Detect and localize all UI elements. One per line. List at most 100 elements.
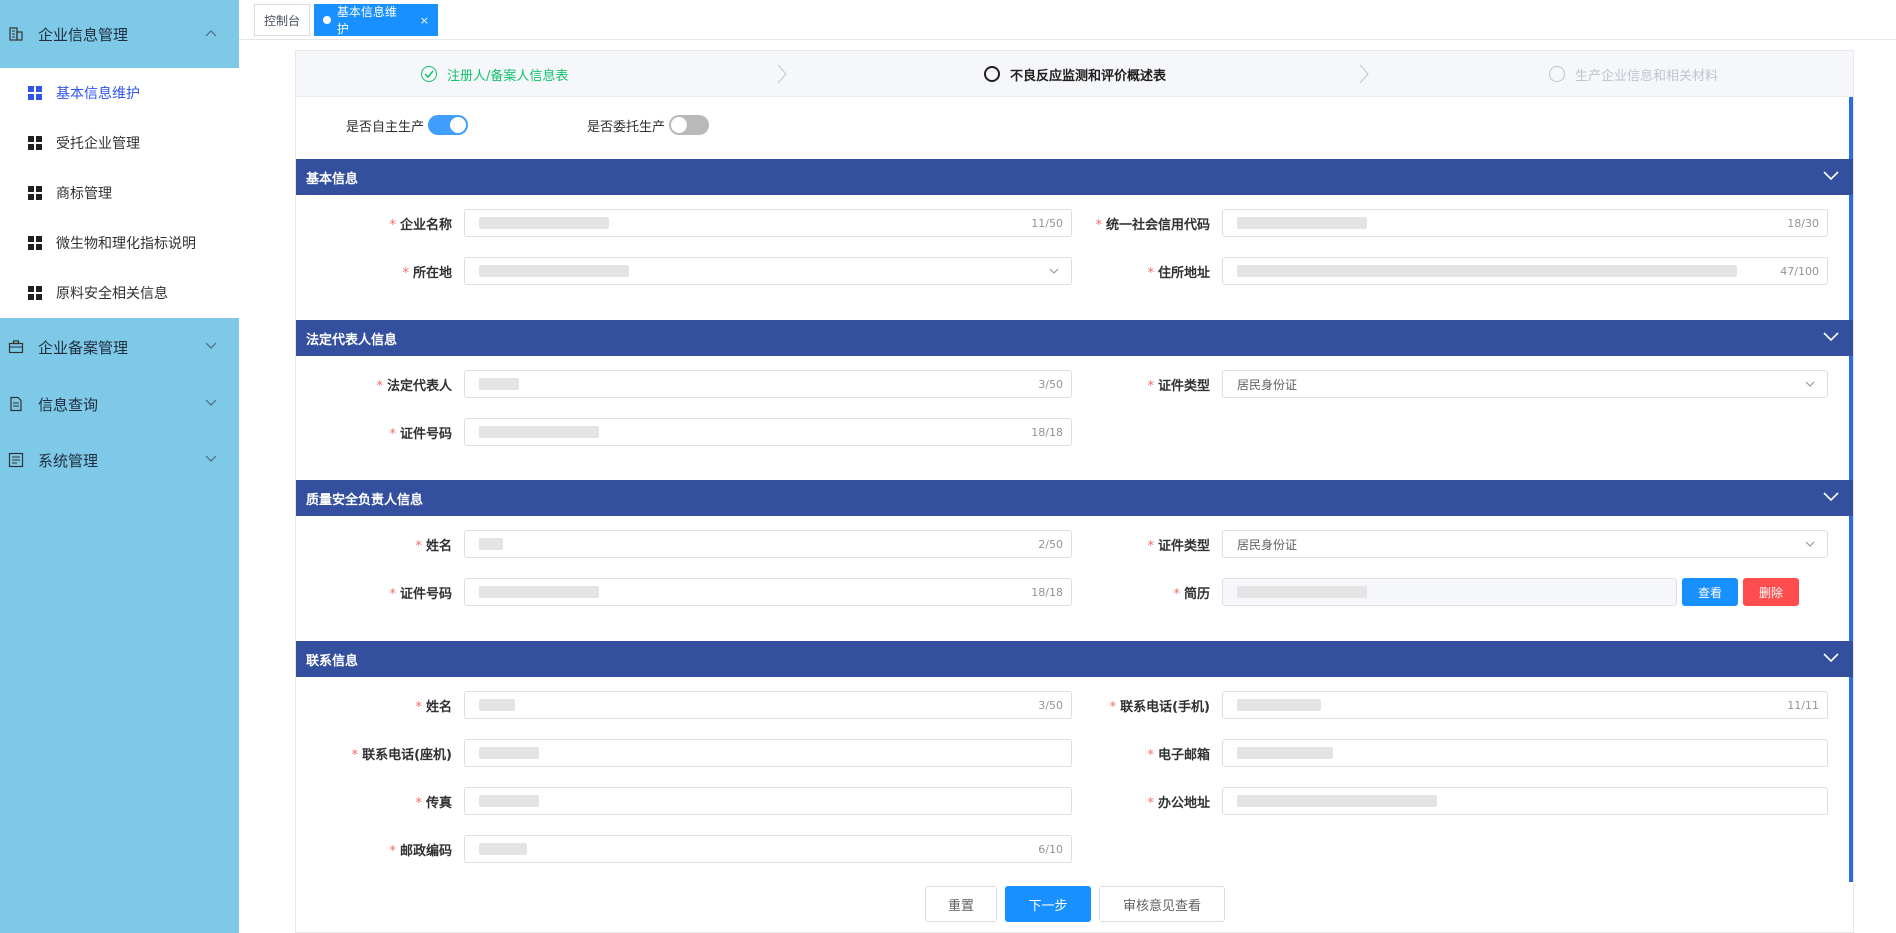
quality-name-input[interactable]: 2/50 xyxy=(464,530,1072,558)
char-count: 3/50 xyxy=(1038,378,1063,391)
reset-button[interactable]: 重置 xyxy=(925,886,997,922)
grid-icon xyxy=(28,286,42,300)
field-label: 证件号码 xyxy=(399,426,452,442)
field-label: 姓名 xyxy=(425,699,452,715)
section-header-quality-safety[interactable]: 质量安全负责人信息 xyxy=(296,480,1853,516)
entrusted-production-toggle-row: 是否委托生产 xyxy=(587,115,710,135)
chevron-down-icon xyxy=(205,342,217,349)
close-icon[interactable]: × xyxy=(420,14,429,27)
field-legal-id-type: * 证件类型 居民身份证 xyxy=(1082,370,1828,398)
field-label: 简历 xyxy=(1183,586,1210,602)
field-legal-id-no: * 证件号码 18/18 xyxy=(324,418,1072,446)
chevron-down-icon xyxy=(205,399,217,406)
grid-icon xyxy=(28,86,42,100)
steps-bar: 注册人/备案人信息表 不良反应监测和评价概述表 生产企业信息和相关材料 xyxy=(296,51,1853,97)
contact-landline-input[interactable] xyxy=(464,739,1072,767)
sidebar-item-trademark[interactable]: 商标管理 xyxy=(0,168,239,218)
chevron-down-icon[interactable] xyxy=(1823,653,1839,663)
field-quality-name: * 姓名 2/50 xyxy=(324,530,1072,558)
field-label: 证件类型 xyxy=(1157,538,1210,554)
contact-email-input[interactable] xyxy=(1222,739,1828,767)
section-header-legal-rep[interactable]: 法定代表人信息 xyxy=(296,320,1853,356)
grid-icon xyxy=(28,236,42,250)
menu-group-info-query[interactable]: 信息查询 xyxy=(0,376,239,432)
char-count: 18/30 xyxy=(1787,217,1819,230)
circle-icon xyxy=(984,66,1000,82)
field-label: 住所地址 xyxy=(1157,265,1210,281)
char-count: 47/100 xyxy=(1780,265,1819,278)
field-label: 企业名称 xyxy=(399,217,452,233)
menu-group-enterprise-info[interactable]: 企业信息管理 xyxy=(0,0,239,68)
step-label: 注册人/备案人信息表 xyxy=(447,68,569,84)
field-label: 办公地址 xyxy=(1157,795,1210,811)
chevron-down-icon xyxy=(1049,268,1059,274)
field-location: * 所在地 xyxy=(324,257,1072,285)
legal-rep-input[interactable]: 3/50 xyxy=(464,370,1072,398)
sidebar-item-entrusted-enterprise[interactable]: 受托企业管理 xyxy=(0,118,239,168)
step-label: 不良反应监测和评价概述表 xyxy=(1010,68,1167,84)
char-count: 11/11 xyxy=(1787,699,1819,712)
quality-id-no-input[interactable]: 18/18 xyxy=(464,578,1072,606)
menu-group-label: 企业信息管理 xyxy=(38,25,129,44)
building-icon xyxy=(8,26,24,42)
field-quality-id-type: * 证件类型 居民身份证 xyxy=(1082,530,1828,558)
section-header-contact[interactable]: 联系信息 xyxy=(296,641,1853,677)
contact-office-input[interactable] xyxy=(1222,787,1828,815)
chevron-down-icon xyxy=(1805,381,1815,387)
document-icon xyxy=(8,396,24,412)
field-label: 所在地 xyxy=(412,265,452,281)
legal-id-no-input[interactable]: 18/18 xyxy=(464,418,1072,446)
entrusted-production-switch[interactable] xyxy=(669,115,710,135)
toggle-label: 是否自主生产 xyxy=(346,119,425,135)
step-registrant-info[interactable]: 注册人/备案人信息表 xyxy=(421,51,568,97)
section-title: 法定代表人信息 xyxy=(306,332,398,348)
field-label: 证件号码 xyxy=(399,586,452,602)
self-production-toggle-row: 是否自主生产 xyxy=(346,115,469,135)
section-title: 基本信息 xyxy=(306,171,359,187)
menu-group-enterprise-filing[interactable]: 企业备案管理 xyxy=(0,318,239,376)
sidebar-item-microbe-indicators[interactable]: 微生物和理化指标说明 xyxy=(0,218,239,268)
chevron-down-icon[interactable] xyxy=(1823,492,1839,502)
field-label: 电子邮箱 xyxy=(1157,747,1210,763)
quality-id-type-select[interactable]: 居民身份证 xyxy=(1222,530,1828,558)
chevron-down-icon[interactable] xyxy=(1823,171,1839,181)
legal-id-type-select[interactable]: 居民身份证 xyxy=(1222,370,1828,398)
step-production-enterprise[interactable]: 生产企业信息和相关材料 xyxy=(1549,51,1718,97)
contact-fax-input[interactable] xyxy=(464,787,1072,815)
menu-group-label: 系统管理 xyxy=(38,451,99,470)
delete-resume-button[interactable]: 删除 xyxy=(1743,578,1799,606)
char-count: 18/18 xyxy=(1031,586,1063,599)
section-header-basic-info[interactable]: 基本信息 xyxy=(296,159,1853,195)
next-step-button[interactable]: 下一步 xyxy=(1005,886,1091,922)
credit-code-input[interactable]: 18/30 xyxy=(1222,209,1828,237)
tab-console[interactable]: 控制台 xyxy=(254,4,310,36)
view-resume-button[interactable]: 查看 xyxy=(1682,578,1738,606)
self-production-switch[interactable] xyxy=(428,115,469,135)
chevron-right-icon xyxy=(1359,64,1369,84)
chevron-down-icon[interactable] xyxy=(1823,332,1839,342)
review-opinion-button[interactable]: 审核意见查看 xyxy=(1099,886,1225,922)
field-label: 姓名 xyxy=(425,538,452,554)
char-count: 11/50 xyxy=(1031,217,1063,230)
resume-file-input[interactable] xyxy=(1222,578,1677,606)
contact-name-input[interactable]: 3/50 xyxy=(464,691,1072,719)
tab-label: 控制台 xyxy=(263,13,300,28)
step-label: 生产企业信息和相关材料 xyxy=(1575,68,1719,84)
contact-mobile-input[interactable]: 11/11 xyxy=(1222,691,1828,719)
company-name-input[interactable]: 11/50 xyxy=(464,209,1072,237)
field-contact-postcode: * 邮政编码 6/10 xyxy=(324,835,1072,863)
field-label: 法定代表人 xyxy=(386,378,452,394)
sidebar-item-raw-material-safety[interactable]: 原料安全相关信息 xyxy=(0,268,239,318)
sidebar-item-basic-info[interactable]: 基本信息维护 xyxy=(0,68,239,118)
location-select[interactable] xyxy=(464,257,1072,285)
address-input[interactable]: 47/100 xyxy=(1222,257,1828,285)
contact-postcode-input[interactable]: 6/10 xyxy=(464,835,1072,863)
menu-group-label: 信息查询 xyxy=(38,395,99,414)
sidebar-item-label: 微生物和理化指标说明 xyxy=(56,236,196,252)
step-adverse-reaction[interactable]: 不良反应监测和评价概述表 xyxy=(984,51,1166,97)
sidebar-item-label: 受托企业管理 xyxy=(56,136,140,152)
tab-basic-info[interactable]: 基本信息维护 × xyxy=(314,4,438,36)
field-address: * 住所地址 47/100 xyxy=(1082,257,1828,285)
menu-group-system[interactable]: 系统管理 xyxy=(0,432,239,488)
settings-panel-icon xyxy=(8,452,24,468)
